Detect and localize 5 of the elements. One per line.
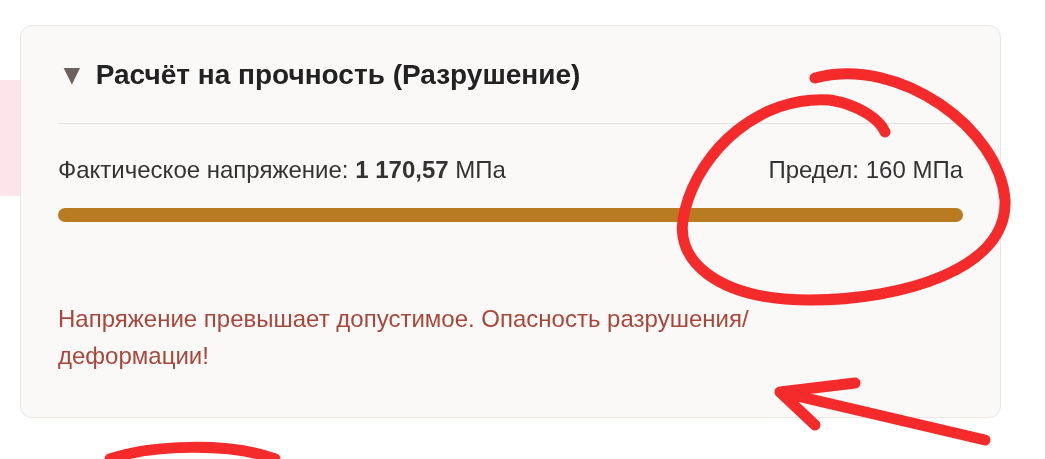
stress-limit: Предел: 160 МПа (768, 155, 963, 185)
collapse-toggle[interactable]: ▼ (58, 60, 86, 89)
section-title: Расчёт на прочность (Разрушение) (95, 57, 581, 92)
warning-message: Напряжение превышает допустимое. Опасность разрушения/ деформации! (58, 304, 750, 371)
actual-stress: Фактическое напряжение: 1 170,57 МПа (58, 155, 506, 185)
